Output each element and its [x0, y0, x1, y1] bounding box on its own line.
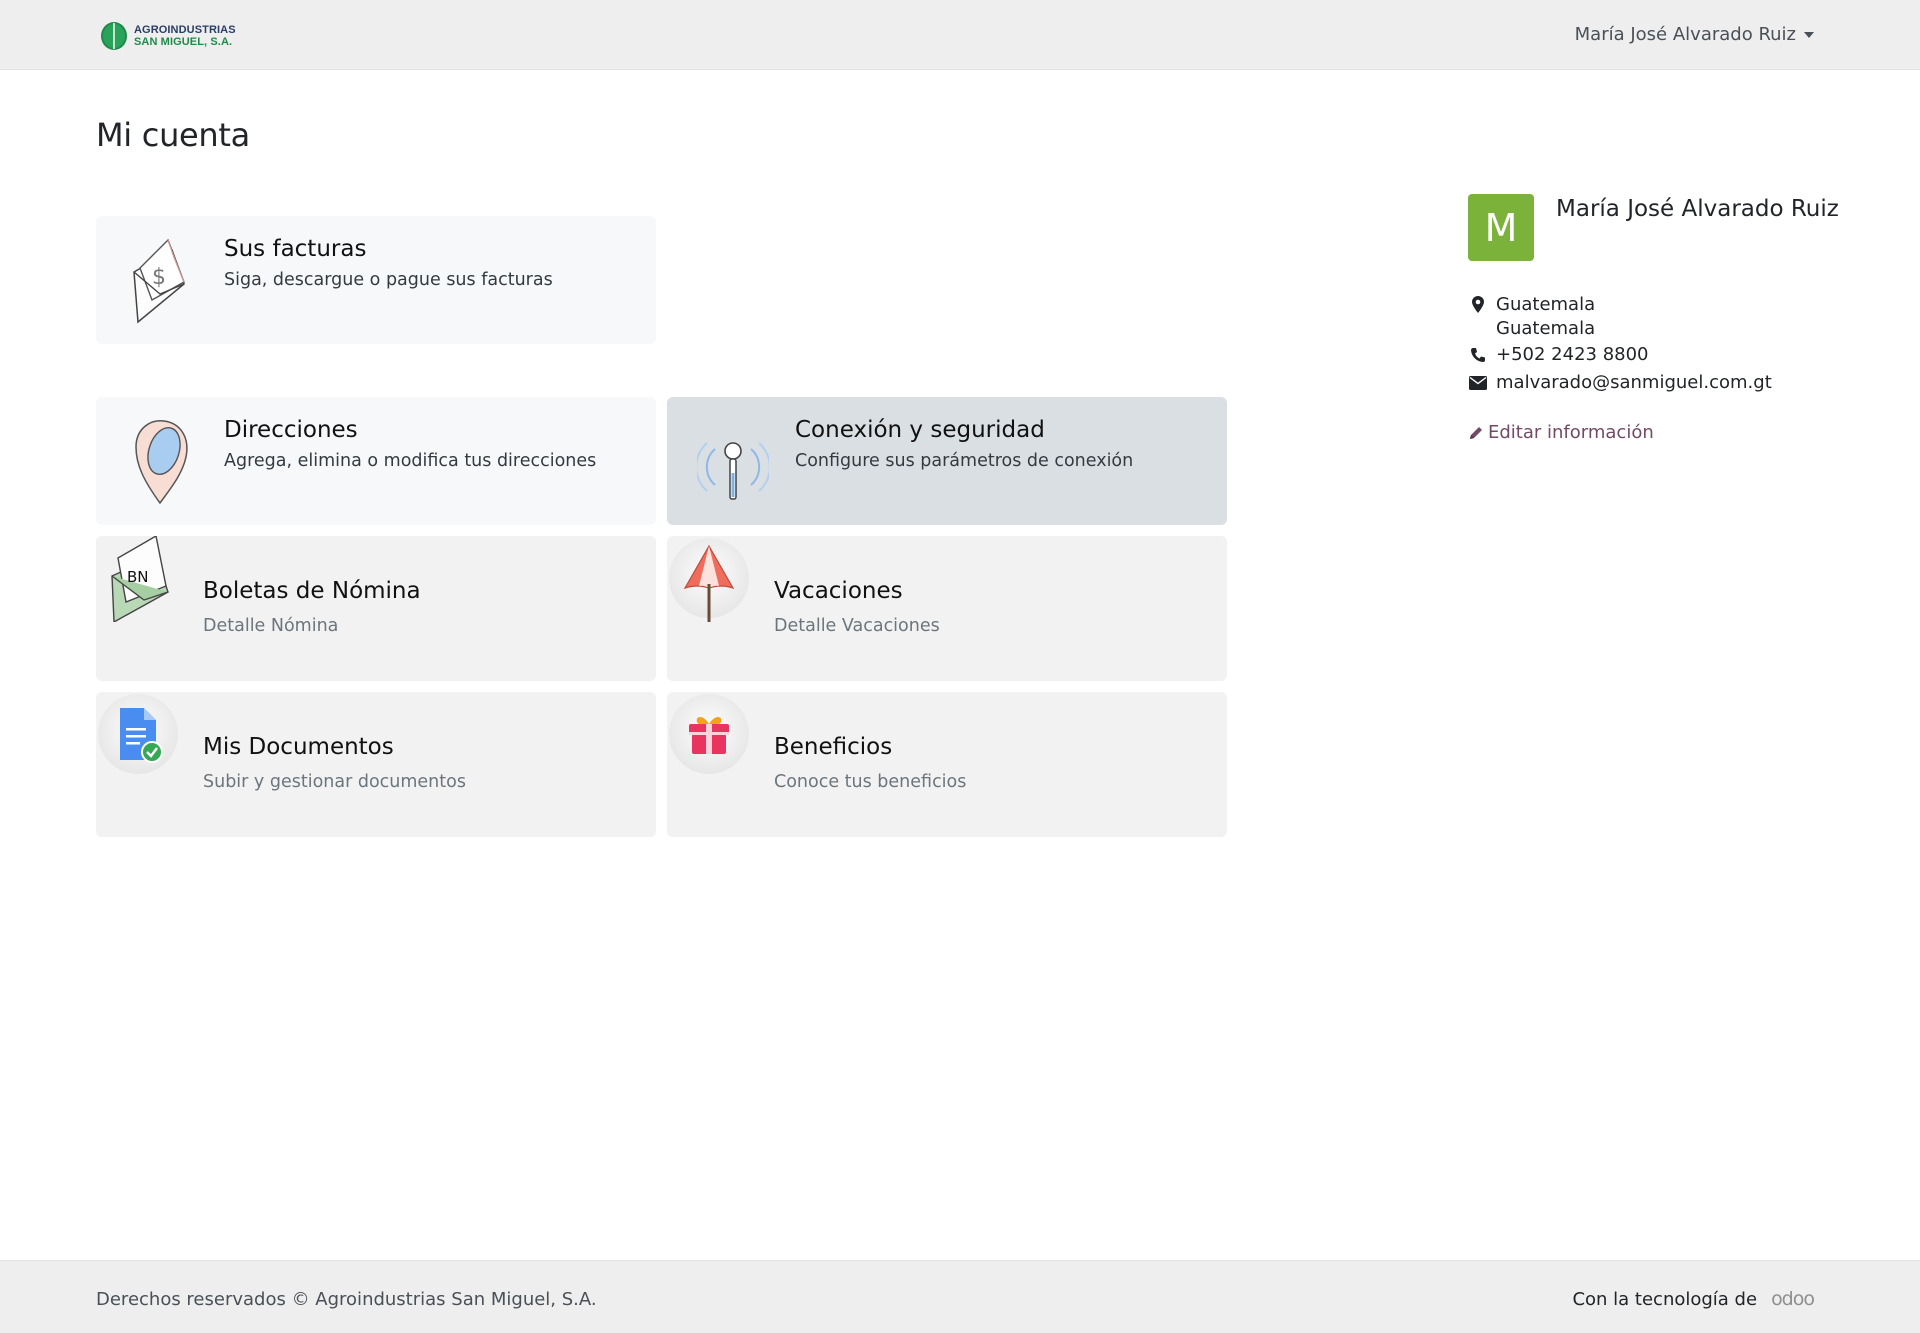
gift-icon	[689, 717, 729, 754]
address-line-2-row: Guatemala	[1468, 318, 1595, 339]
invoice-envelope-icon: $	[133, 238, 185, 324]
card-documents[interactable]: Mis Documentos Subir y gestionar documen…	[96, 692, 656, 837]
card-subtitle: Conoce tus beneficios	[774, 772, 967, 792]
card-payslips[interactable]: BN Boletas de Nómina Detalle Nómina	[96, 536, 656, 681]
card-title: Sus facturas	[224, 236, 367, 262]
edit-info-label: Editar información	[1488, 422, 1654, 443]
card-title: Mis Documentos	[203, 734, 394, 760]
pencil-icon	[1470, 426, 1482, 439]
card-title: Vacaciones	[774, 578, 903, 604]
page-title: Mi cuenta	[96, 116, 250, 154]
card-title: Beneficios	[774, 734, 893, 760]
powered-by-text: Con la tecnología de	[1572, 1288, 1758, 1310]
phone-number: +502 2423 8800	[1496, 344, 1649, 365]
card-subtitle: Detalle Nómina	[203, 616, 339, 636]
card-subtitle: Subir y gestionar documentos	[203, 772, 466, 792]
email-row: malvarado@sanmiguel.com.gt	[1468, 372, 1772, 393]
brand-line-2: SAN MIGUEL, S.A.	[134, 36, 233, 48]
avatar: M	[1468, 194, 1534, 261]
footer: Derechos reservados © Agroindustrias San…	[0, 1260, 1920, 1333]
odoo-logo[interactable]: odoo	[1771, 1288, 1815, 1310]
edit-info-link[interactable]: Editar información	[1468, 422, 1654, 443]
brand-line-1: AGROINDUSTRIAS	[134, 24, 236, 36]
user-dropdown[interactable]: María José Alvarado Ruiz	[1575, 24, 1814, 45]
profile-name: María José Alvarado Ruiz	[1556, 196, 1839, 222]
beach-umbrella-icon	[683, 544, 735, 622]
antenna-security-icon	[697, 442, 769, 500]
document-check-icon	[120, 708, 163, 763]
address-line-2: Guatemala	[1496, 318, 1596, 339]
card-addresses[interactable]: Direcciones Agrega, elimina o modifica t…	[96, 397, 656, 525]
svg-text:$: $	[152, 265, 166, 290]
payslip-envelope-icon: BN	[111, 536, 169, 622]
copyright-text: Derechos reservados © Agroindustrias San…	[96, 1289, 597, 1310]
address-line-1-row: Guatemala	[1468, 294, 1595, 315]
caret-down-icon	[1804, 31, 1814, 38]
card-benefits[interactable]: Beneficios Conoce tus beneficios	[667, 692, 1227, 837]
user-name: María José Alvarado Ruiz	[1574, 24, 1796, 45]
card-vacations[interactable]: Vacaciones Detalle Vacaciones	[667, 536, 1227, 681]
envelope-icon	[1468, 373, 1488, 393]
card-subtitle: Detalle Vacaciones	[774, 616, 940, 636]
card-subtitle: Configure sus parámetros de conexión	[795, 451, 1134, 471]
card-invoices[interactable]: $ Sus facturas Siga, descargue o pague s…	[96, 216, 656, 344]
email-address: malvarado@sanmiguel.com.gt	[1496, 372, 1772, 393]
card-title: Boletas de Nómina	[203, 578, 421, 604]
company-logo[interactable]: AGROINDUSTRIAS SAN MIGUEL, S.A.	[100, 20, 236, 52]
phone-row: +502 2423 8800	[1468, 344, 1649, 365]
card-security[interactable]: Conexión y seguridad Configure sus parám…	[667, 397, 1227, 525]
card-title: Conexión y seguridad	[795, 417, 1045, 443]
phone-icon	[1468, 345, 1488, 365]
card-subtitle: Agrega, elimina o modifica tus direccion…	[224, 451, 597, 471]
map-pin-icon	[135, 420, 188, 505]
card-subtitle: Siga, descargue o pague sus facturas	[224, 270, 553, 290]
map-marker-icon	[1468, 295, 1488, 315]
card-title: Direcciones	[224, 417, 358, 443]
payslip-badge: BN	[127, 568, 149, 586]
top-navbar: AGROINDUSTRIAS SAN MIGUEL, S.A. María Jo…	[0, 0, 1920, 70]
leaf-logo-icon	[101, 22, 127, 50]
address-line-1: Guatemala	[1496, 294, 1596, 315]
powered-by: Con la tecnología de odoo	[1572, 1288, 1815, 1310]
company-name: AGROINDUSTRIAS SAN MIGUEL, S.A.	[134, 24, 236, 48]
